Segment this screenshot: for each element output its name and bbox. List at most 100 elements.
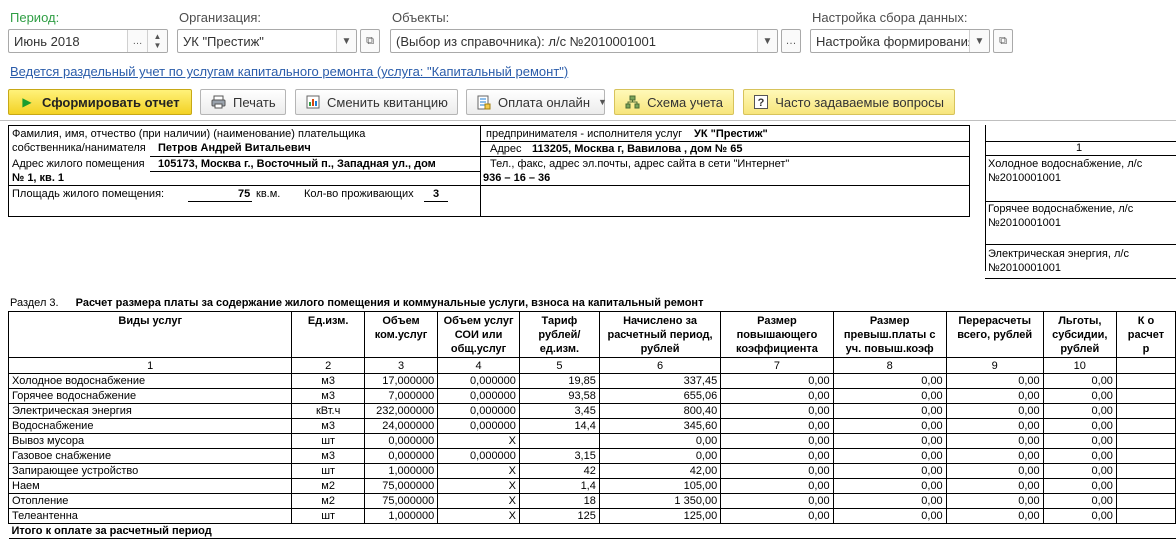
table-cell: 7,000000 bbox=[363, 388, 439, 404]
accounting-scheme-button[interactable]: Схема учета bbox=[614, 89, 734, 115]
table-cell: 0,00 bbox=[832, 433, 947, 449]
chevron-down-icon[interactable]: ▼ bbox=[969, 30, 989, 52]
column-number: 5 bbox=[518, 357, 600, 374]
capital-repair-link[interactable]: Ведется раздельный учет по услугам капит… bbox=[10, 64, 568, 79]
underline bbox=[150, 171, 480, 172]
table-row: Горячее водоснабжение м3 7,000000 0,000000 9… bbox=[7, 388, 1176, 404]
chevron-down-icon[interactable]: ▼ bbox=[757, 30, 777, 52]
objects-select-button[interactable]: … bbox=[781, 29, 801, 53]
right-panel-line bbox=[985, 244, 1176, 245]
objects-value[interactable]: (Выбор из справочника): л/с №2010001001 bbox=[391, 34, 757, 49]
column-header-line: Перерасчеты bbox=[958, 315, 1032, 327]
table-row: Газовое снабжение м3 0,000000 0,000000 3,15 0… bbox=[7, 448, 1176, 464]
column-header: Начислено за расчетный период, рублей bbox=[598, 311, 722, 358]
period-stepper[interactable]: ▲ ▼ bbox=[147, 30, 167, 52]
generate-report-button[interactable]: ▶ Сформировать отчет bbox=[8, 89, 192, 115]
contacts-caption: Тел., факс, адрес эл.почты, адрес сайта … bbox=[490, 158, 790, 170]
service-name-cell: Горячее водоснабжение bbox=[7, 388, 293, 404]
column-header-line: Начислено за bbox=[623, 315, 697, 327]
table-cell: 0,000000 bbox=[363, 433, 439, 449]
table-cell: 0,00 bbox=[1042, 478, 1117, 494]
column-header-line: Виды услуг bbox=[118, 315, 183, 327]
header-line bbox=[480, 141, 970, 142]
service-name-cell: Вывоз мусора bbox=[7, 433, 293, 449]
table-cell: 0,00 bbox=[720, 403, 834, 419]
open-settings-icon[interactable]: ⧉ bbox=[993, 29, 1013, 53]
column-header: Размер повышающего коэффициента bbox=[720, 311, 834, 358]
settings-value[interactable]: Настройка формирования bbox=[811, 34, 969, 49]
column-header: К о расчет р bbox=[1115, 311, 1176, 358]
underline bbox=[424, 201, 448, 202]
faq-button[interactable]: ? Часто задаваемые вопросы bbox=[743, 89, 955, 115]
table-cell: 0,00 bbox=[1042, 418, 1117, 434]
table-cell bbox=[518, 433, 600, 449]
column-header-line: расчетный период, bbox=[607, 329, 713, 341]
table-cell: 19,85 bbox=[518, 373, 600, 389]
organization-value[interactable]: УК "Престиж" bbox=[178, 34, 336, 49]
column-header: Ед.изм. bbox=[291, 311, 365, 358]
header-line bbox=[8, 185, 480, 186]
address-value-2: № 1, кв. 1 bbox=[12, 172, 65, 184]
underline bbox=[188, 201, 252, 202]
table-cell bbox=[1115, 508, 1176, 524]
right-panel-border bbox=[985, 125, 986, 271]
table-cell: 0,00 bbox=[832, 418, 947, 434]
table-cell: м3 bbox=[291, 373, 365, 389]
service-name-cell: Телеантенна bbox=[7, 508, 293, 524]
column-header-line: рублей/ bbox=[538, 329, 581, 341]
account-item-2-number: №2010001001 bbox=[988, 217, 1061, 229]
table-cell: 0,000000 bbox=[437, 448, 520, 464]
column-number: 9 bbox=[945, 357, 1044, 374]
right-panel-line bbox=[985, 155, 1176, 156]
generate-report-label: Сформировать отчет bbox=[42, 94, 180, 110]
column-number-row: 1 2 3 4 5 6 7 8 9 10 bbox=[7, 357, 1176, 374]
column-number: 3 bbox=[363, 357, 439, 374]
table-row: Холодное водоснабжение м3 17,000000 0,00000… bbox=[7, 373, 1176, 389]
chevron-down-icon[interactable]: ▼ bbox=[336, 30, 356, 52]
table-cell: X bbox=[437, 463, 520, 479]
table-cell: 0,00 bbox=[945, 373, 1044, 389]
table-cell: 75,000000 bbox=[363, 493, 439, 509]
table-cell: 345,60 bbox=[598, 418, 722, 434]
column-header-line: Размер bbox=[757, 315, 797, 327]
contacts-value: 936 – 16 – 36 bbox=[483, 172, 551, 184]
column-header: Виды услуг bbox=[7, 311, 293, 358]
table-cell: 0,00 bbox=[720, 448, 834, 464]
column-header-line: рублей bbox=[640, 343, 680, 355]
right-panel-line bbox=[985, 278, 1176, 279]
table-cell: 655,06 bbox=[598, 388, 722, 404]
table-cell: м3 bbox=[291, 388, 365, 404]
column-header-line: ед.изм. bbox=[539, 343, 580, 355]
table-cell: 0,00 bbox=[945, 463, 1044, 479]
pay-online-button[interactable]: Оплата онлайн ▼ bbox=[466, 89, 607, 115]
table-cell: 232,000000 bbox=[363, 403, 439, 419]
column-header-line: Льготы, bbox=[1058, 315, 1102, 327]
period-select-button[interactable]: … bbox=[127, 30, 147, 52]
objects-field[interactable]: (Выбор из справочника): л/с №2010001001 … bbox=[390, 29, 778, 53]
service-name-cell: Отопление bbox=[7, 493, 293, 509]
table-cell: 0,00 bbox=[945, 478, 1044, 494]
column-header-line: р bbox=[1142, 343, 1150, 355]
period-field[interactable]: Июнь 2018 … ▲ ▼ bbox=[8, 29, 168, 53]
period-value[interactable]: Июнь 2018 bbox=[9, 34, 127, 49]
table-cell: 0,00 bbox=[1042, 373, 1117, 389]
account-item-3: Электрическая энергия, л/с bbox=[988, 248, 1129, 260]
table-cell bbox=[1115, 388, 1176, 404]
open-organization-icon[interactable]: ⧉ bbox=[360, 29, 380, 53]
service-name-cell: Водоснабжение bbox=[7, 418, 293, 434]
organization-field[interactable]: УК "Престиж" ▼ bbox=[177, 29, 357, 53]
period-label: Период: bbox=[10, 10, 60, 25]
table-row: Электрическая энергия кВт.ч 232,000000 0,00… bbox=[7, 403, 1176, 419]
report-document: Фамилия, имя, отчество (при наличии) (на… bbox=[0, 120, 1176, 543]
hierarchy-icon bbox=[625, 94, 640, 110]
settings-field[interactable]: Настройка формирования ▼ bbox=[810, 29, 990, 53]
table-cell: 0,00 bbox=[720, 373, 834, 389]
table-cell: м3 bbox=[291, 418, 365, 434]
print-button[interactable]: Печать bbox=[200, 89, 286, 115]
table-cell bbox=[1115, 418, 1176, 434]
service-name-cell: Наем bbox=[7, 478, 293, 494]
document-list-icon bbox=[477, 94, 491, 110]
change-receipt-button[interactable]: Сменить квитанцию bbox=[295, 89, 458, 115]
table-cell: 125 bbox=[518, 508, 600, 524]
table-cell: 0,00 bbox=[945, 388, 1044, 404]
